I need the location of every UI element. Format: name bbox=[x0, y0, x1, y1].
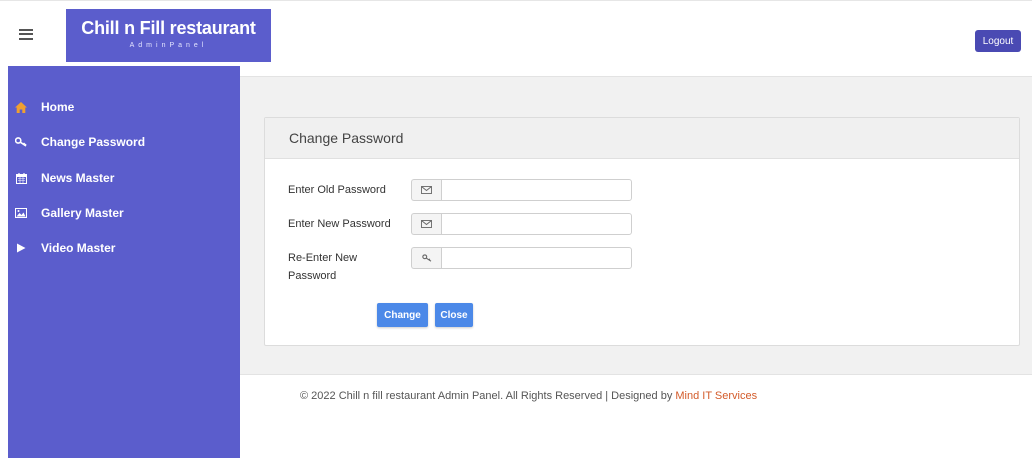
designer-link[interactable]: Mind IT Services bbox=[675, 390, 757, 402]
footer: © 2022 Chill n fill restaurant Admin Pan… bbox=[240, 374, 1032, 458]
menu-toggle-button[interactable] bbox=[8, 16, 44, 52]
envelope-icon bbox=[411, 213, 441, 235]
new-password-field[interactable] bbox=[441, 213, 632, 235]
sidebar-item-label: Home bbox=[41, 100, 75, 114]
new-password-group bbox=[411, 213, 632, 235]
sidebar-item-video-master[interactable]: Video Master bbox=[8, 235, 240, 261]
form-row-new-password: Enter New Password bbox=[288, 213, 632, 235]
key-icon bbox=[411, 247, 441, 269]
confirm-password-field[interactable] bbox=[441, 247, 632, 269]
form-row-old-password: Enter Old Password bbox=[288, 179, 632, 201]
confirm-password-group bbox=[411, 247, 632, 269]
sidebar-item-news-master[interactable]: News Master bbox=[8, 165, 240, 191]
calendar-icon bbox=[15, 172, 27, 184]
image-icon bbox=[15, 207, 27, 219]
key-icon bbox=[15, 136, 27, 148]
hamburger-icon bbox=[19, 28, 33, 40]
copyright-text: © 2022 Chill n fill restaurant Admin Pan… bbox=[300, 390, 676, 402]
sidebar-item-label: Video Master bbox=[41, 241, 116, 255]
old-password-field[interactable] bbox=[441, 179, 632, 201]
sidebar-item-label: Change Password bbox=[41, 135, 146, 149]
home-icon bbox=[15, 101, 27, 113]
sidebar-item-label: News Master bbox=[41, 171, 115, 185]
new-password-label: Enter New Password bbox=[288, 218, 391, 230]
brand-subtitle: AdminPanel bbox=[129, 42, 208, 49]
play-icon bbox=[15, 242, 27, 254]
form-row-confirm-password: Re-Enter New Password bbox=[288, 247, 632, 285]
footer-text: © 2022 Chill n fill restaurant Admin Pan… bbox=[300, 390, 757, 402]
main-content: Change Password Enter Old Password Enter… bbox=[240, 76, 1032, 374]
confirm-password-label: Re-Enter New Password bbox=[288, 252, 358, 282]
close-button[interactable]: Close bbox=[435, 303, 473, 327]
old-password-label: Enter Old Password bbox=[288, 184, 386, 196]
panel-title: Change Password bbox=[265, 118, 1019, 159]
change-password-panel: Change Password Enter Old Password Enter… bbox=[264, 117, 1020, 346]
brand-title: Chill n Fill restaurant bbox=[81, 18, 256, 38]
change-button[interactable]: Change bbox=[377, 303, 428, 327]
envelope-icon bbox=[411, 179, 441, 201]
sidebar-item-gallery-master[interactable]: Gallery Master bbox=[8, 200, 240, 226]
logout-button[interactable]: Logout bbox=[975, 30, 1021, 52]
sidebar-item-home[interactable]: Home bbox=[8, 94, 240, 120]
top-bar: Chill n Fill restaurant AdminPanel Logou… bbox=[0, 0, 1032, 76]
old-password-group bbox=[411, 179, 632, 201]
sidebar-item-label: Gallery Master bbox=[41, 206, 124, 220]
sidebar-item-change-password[interactable]: Change Password bbox=[8, 129, 240, 155]
brand-logo[interactable]: Chill n Fill restaurant AdminPanel bbox=[66, 9, 271, 62]
sidebar: Home Change Password News Master Gallery… bbox=[8, 66, 240, 458]
